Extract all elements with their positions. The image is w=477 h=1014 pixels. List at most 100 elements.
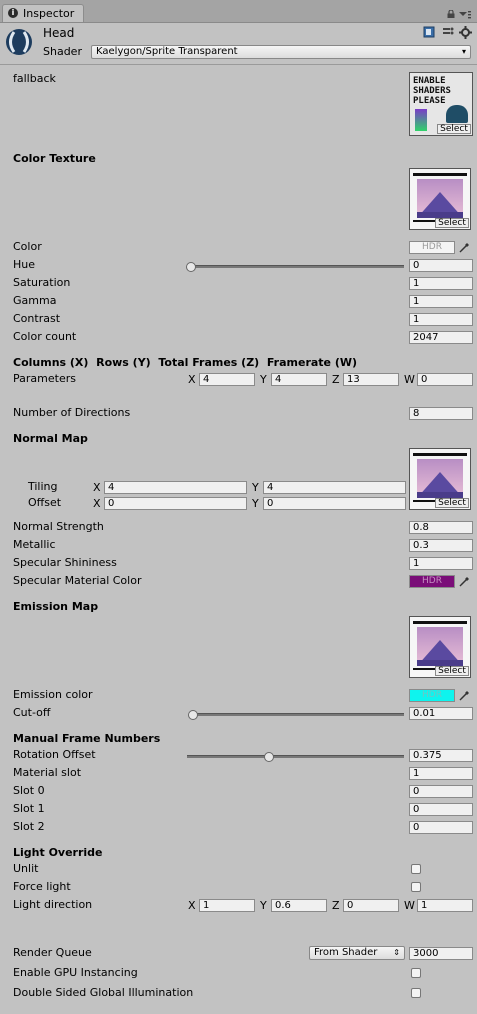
offset-x-field[interactable]: 0 (104, 497, 247, 510)
directions-label: Number of Directions (13, 406, 131, 419)
parameters-w-field[interactable]: 0 (417, 373, 473, 386)
gpu-instancing-checkbox[interactable] (411, 968, 421, 978)
fallback-select-button[interactable]: Select (437, 124, 471, 134)
fallback-label: fallback (13, 72, 56, 85)
hue-slider-track[interactable] (190, 265, 404, 268)
texture-preview (417, 179, 463, 218)
saturation-field[interactable]: 1 (409, 277, 473, 290)
tiling-label: Tiling (28, 480, 58, 493)
book-icon[interactable] (423, 26, 435, 38)
tiling-x-label: X (93, 481, 101, 494)
rotation-offset-field[interactable]: 0.375 (409, 749, 473, 762)
directions-field[interactable]: 8 (409, 407, 473, 420)
contrast-field[interactable]: 1 (409, 313, 473, 326)
parameters-z-field[interactable]: 13 (343, 373, 399, 386)
parameters-w-label: W (404, 373, 415, 386)
double-sided-gi-label: Double Sided Global Illumination (13, 986, 194, 999)
hue-slider-knob[interactable] (186, 262, 196, 272)
emission-map-select-button[interactable]: Select (435, 666, 469, 676)
render-queue-dropdown[interactable]: From Shader ⇕ (309, 946, 405, 960)
specular-color-label: Specular Material Color (13, 574, 142, 587)
eyedropper-icon[interactable] (459, 575, 471, 587)
fallback-texture-slot[interactable]: ENABLE SHADERS PLEASE Select (409, 72, 473, 136)
parameters-z-label: Z (332, 373, 340, 386)
metallic-field[interactable]: 0.3 (409, 539, 473, 552)
info-icon: i (8, 8, 18, 18)
offset-y-field[interactable]: 0 (263, 497, 406, 510)
slot0-label: Slot 0 (13, 784, 45, 797)
material-slot-field[interactable]: 1 (409, 767, 473, 780)
light-direction-z-field[interactable]: 0 (343, 899, 399, 912)
emission-map-title: Emission Map (13, 600, 99, 613)
specular-color-swatch[interactable]: HDR (409, 575, 455, 588)
slot2-field[interactable]: 0 (409, 821, 473, 834)
double-sided-gi-checkbox[interactable] (411, 988, 421, 998)
color-texture-select-button[interactable]: Select (435, 218, 469, 228)
light-direction-label: Light direction (13, 898, 93, 911)
force-light-checkbox[interactable] (411, 882, 421, 892)
tiling-y-field[interactable]: 4 (263, 481, 406, 494)
lock-icon[interactable] (447, 8, 455, 18)
parameters-x-label: X (188, 373, 196, 386)
cutoff-slider-track[interactable] (190, 713, 404, 716)
contrast-label: Contrast (13, 312, 61, 325)
shader-label: Shader (43, 45, 82, 58)
parameters-header: Columns (X) Rows (Y) Total Frames (Z) Fr… (13, 356, 358, 369)
fallback-texture-text: ENABLE SHADERS PLEASE (413, 76, 451, 106)
specular-shininess-field[interactable]: 1 (409, 557, 473, 570)
parameters-x-field[interactable]: 4 (199, 373, 255, 386)
gear-icon[interactable] (459, 26, 472, 39)
gamma-field[interactable]: 1 (409, 295, 473, 308)
unlit-label: Unlit (13, 862, 39, 875)
light-direction-x-field[interactable]: 1 (199, 899, 255, 912)
unlit-checkbox[interactable] (411, 864, 421, 874)
emission-map-texture-slot[interactable]: Select (409, 616, 471, 678)
color-count-field[interactable]: 2047 (409, 331, 473, 344)
fallback-art-character (446, 105, 468, 123)
slot1-field[interactable]: 0 (409, 803, 473, 816)
normal-strength-label: Normal Strength (13, 520, 104, 533)
preset-icon[interactable] (442, 26, 454, 38)
emission-color-swatch[interactable]: HDR (409, 689, 455, 702)
render-queue-field[interactable]: 3000 (409, 947, 473, 960)
tab-inspector[interactable]: i Inspector (2, 4, 84, 22)
texture-top-bar (413, 453, 467, 456)
light-direction-w-label: W (404, 899, 415, 912)
color-swatch[interactable]: HDR (409, 241, 455, 254)
cutoff-label: Cut-off (13, 706, 51, 719)
tiling-y-label: Y (252, 481, 259, 494)
tab-bar: i Inspector (0, 0, 477, 23)
parameters-y-field[interactable]: 4 (271, 373, 327, 386)
parameters-label: Parameters (13, 372, 76, 385)
normal-strength-field[interactable]: 0.8 (409, 521, 473, 534)
color-texture-slot[interactable]: Select (409, 168, 471, 230)
fallback-art (415, 109, 427, 131)
render-queue-label: Render Queue (13, 946, 92, 959)
color-label: Color (13, 240, 42, 253)
slot0-field[interactable]: 0 (409, 785, 473, 798)
normal-map-title: Normal Map (13, 432, 88, 445)
rotation-offset-slider-knob[interactable] (264, 752, 274, 762)
offset-y-label: Y (252, 497, 259, 510)
material-icon (4, 27, 34, 57)
color-texture-title: Color Texture (13, 152, 96, 165)
hue-label: Hue (13, 258, 36, 271)
light-direction-y-label: Y (260, 899, 267, 912)
eyedropper-icon[interactable] (459, 689, 471, 701)
manual-frames-title: Manual Frame Numbers (13, 732, 161, 745)
texture-top-bar (413, 621, 467, 624)
shader-dropdown[interactable]: Kaelygon/Sprite Transparent ▾ (91, 45, 471, 59)
hue-field[interactable]: 0 (409, 259, 473, 272)
slot2-label: Slot 2 (13, 820, 45, 833)
metallic-label: Metallic (13, 538, 56, 551)
normal-map-texture-slot[interactable]: Select (409, 448, 471, 510)
light-direction-y-field[interactable]: 0.6 (271, 899, 327, 912)
cutoff-field[interactable]: 0.01 (409, 707, 473, 720)
normal-map-select-button[interactable]: Select (435, 498, 469, 508)
light-direction-w-field[interactable]: 1 (417, 899, 473, 912)
menu-icon[interactable] (459, 9, 471, 19)
eyedropper-icon[interactable] (459, 241, 471, 253)
cutoff-slider-knob[interactable] (188, 710, 198, 720)
rotation-offset-slider-track[interactable] (187, 755, 404, 758)
tiling-x-field[interactable]: 4 (104, 481, 247, 494)
